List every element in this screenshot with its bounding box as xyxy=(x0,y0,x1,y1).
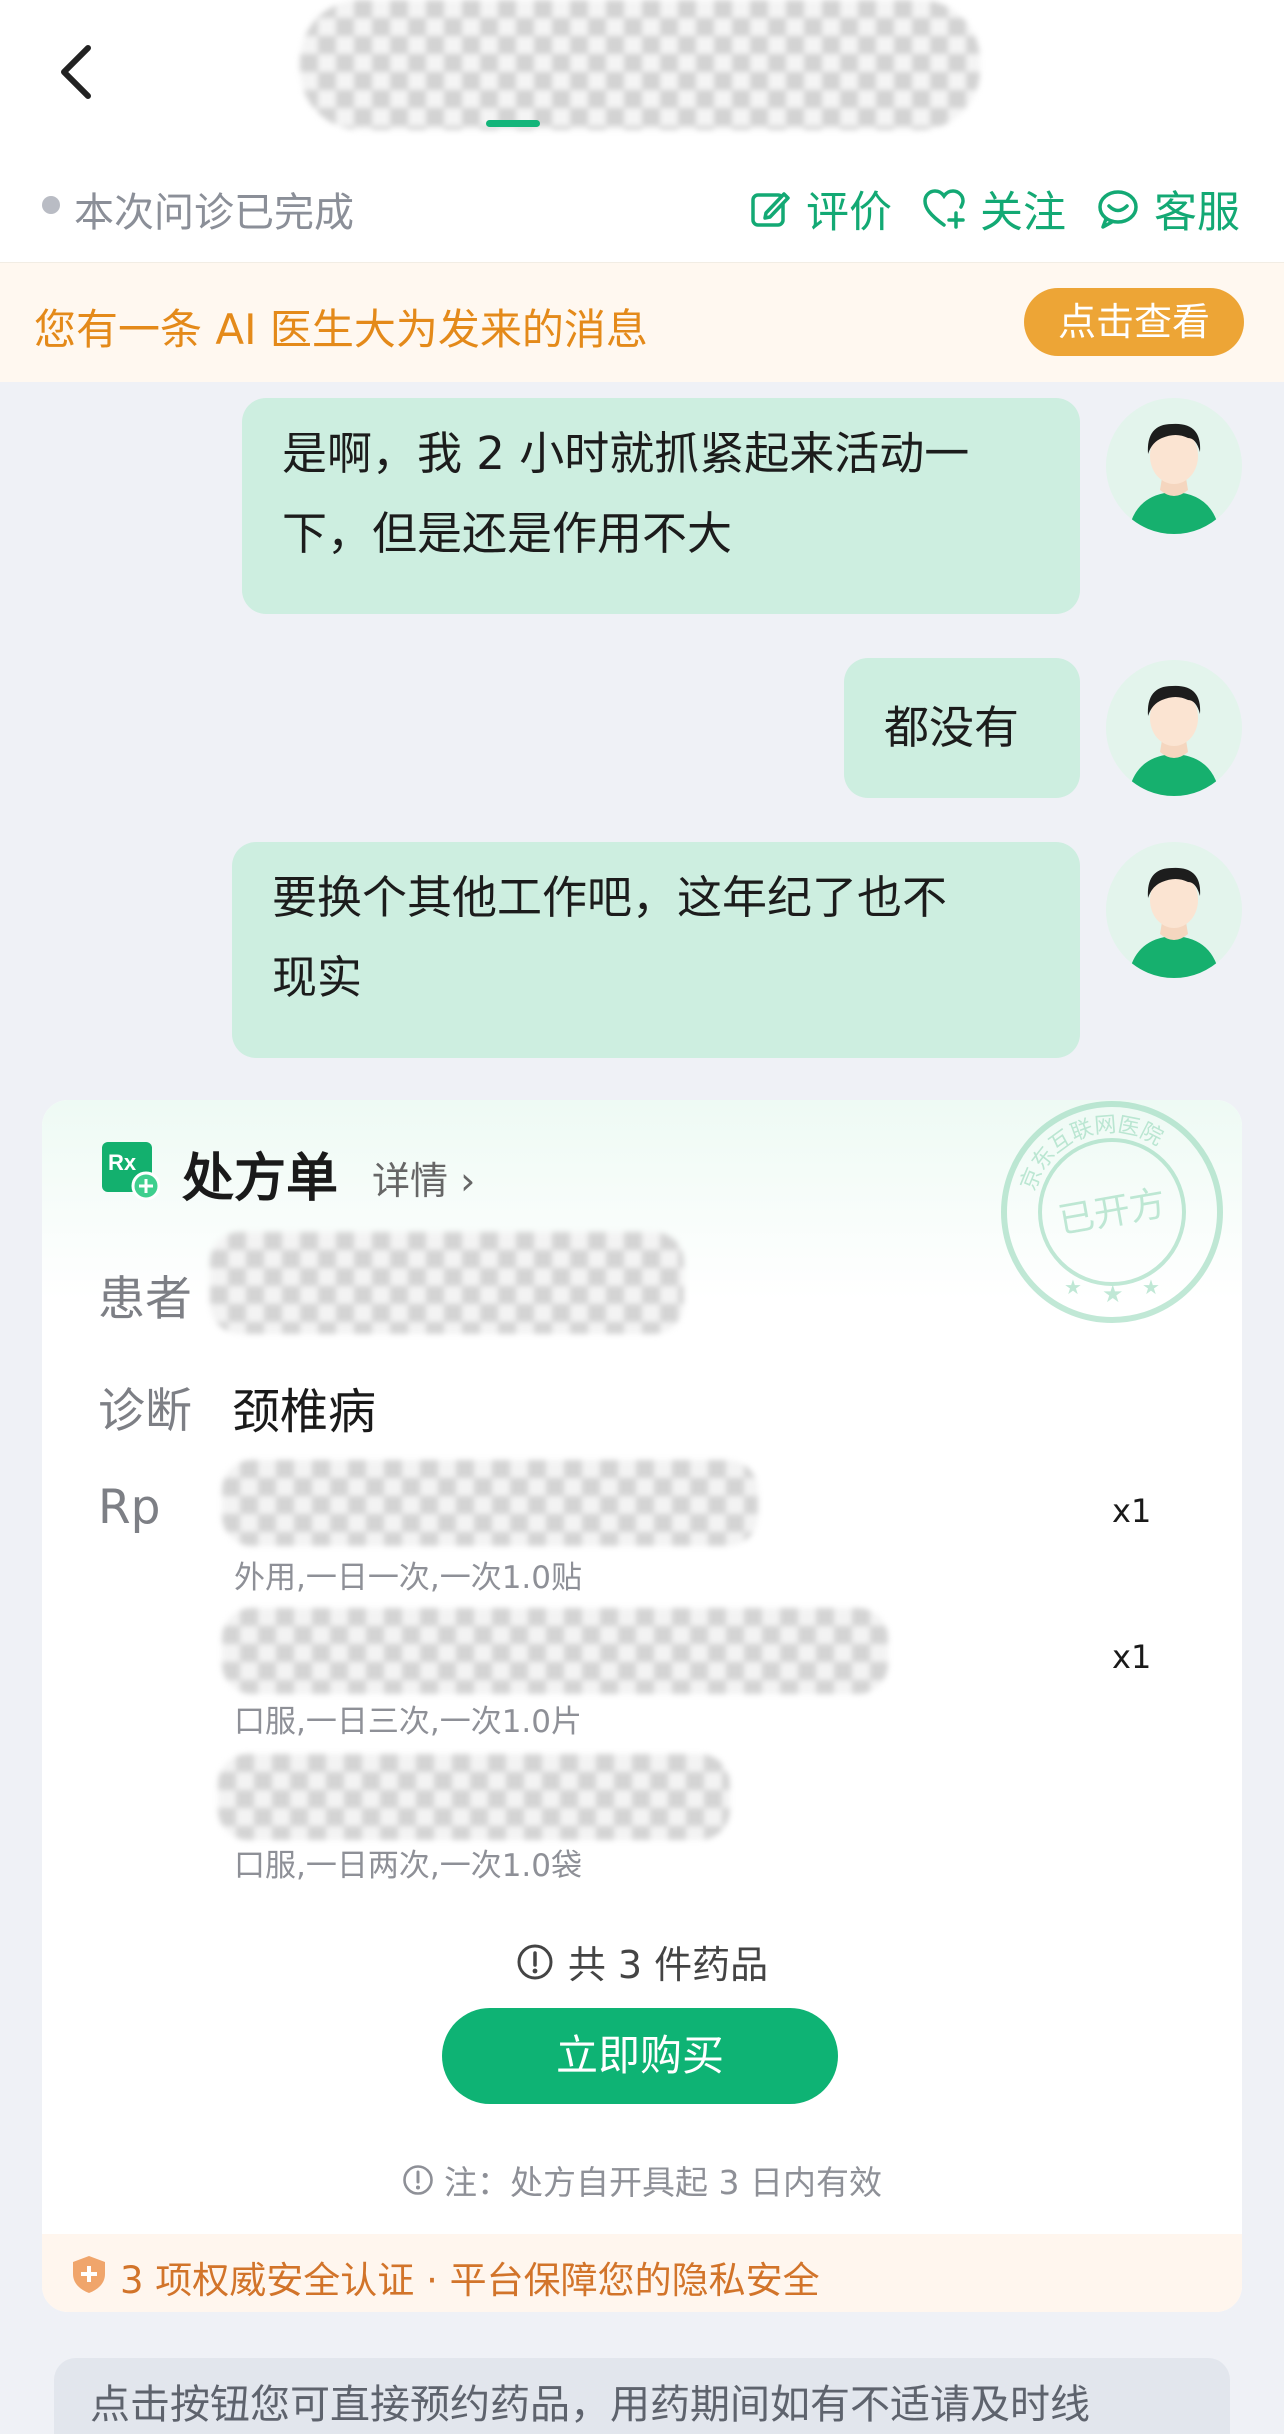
consultation-status: 本次问诊已完成 xyxy=(74,190,354,236)
title-tab-indicator xyxy=(486,120,540,127)
diagnosis-label: 诊断 xyxy=(98,1384,192,1439)
security-bar[interactable]: 3 项权威安全认证 · 平台保障您的隐私安全 xyxy=(42,2234,1242,2312)
validity-note-text: 注：处方自开具起 3 日内有效 xyxy=(444,2163,882,2202)
heart-plus-icon xyxy=(923,189,965,229)
message-line: 现实 xyxy=(272,951,363,1004)
stamp-ring-text: 京东互联网医院 xyxy=(1016,1112,1167,1194)
patient-label: 患者 xyxy=(98,1272,192,1327)
system-tip-text: 点击按钮您可直接预约药品，用药期间如有不适请及时线 xyxy=(90,2382,1090,2428)
system-tip-box: 点击按钮您可直接预约药品，用药期间如有不适请及时线 xyxy=(54,2358,1230,2434)
rate-button[interactable]: 评价 xyxy=(748,178,892,240)
drug-name-redacted xyxy=(218,1754,730,1840)
info-circle-icon xyxy=(517,1944,553,1979)
drug-count-text: 共 3 件药品 xyxy=(567,1943,769,1987)
user-avatar-icon xyxy=(1106,660,1242,796)
user-avatar-icon xyxy=(1106,842,1242,978)
top-bar: 本次问诊已完成 评价 关注 客服 xyxy=(0,0,1284,262)
validity-note-row: 注：处方自开具起 3 日内有效 xyxy=(42,2156,1242,2204)
svg-text:京东互联网医院: 京东互联网医院 xyxy=(1016,1112,1167,1194)
svg-text:★: ★ xyxy=(1102,1280,1124,1308)
drug-quantity: x1 xyxy=(1112,1492,1152,1530)
ai-banner-text: 您有一条 AI 医生大为发来的消息 xyxy=(34,305,648,354)
chat-bubble-user: 要换个其他工作吧，这年纪了也不 现实 xyxy=(232,842,1080,1058)
smile-chat-icon xyxy=(1098,190,1138,229)
customer-service-button[interactable]: 客服 xyxy=(1096,178,1240,240)
status-dot-icon xyxy=(42,196,60,214)
user-avatar[interactable] xyxy=(1106,660,1242,796)
customer-service-label: 客服 xyxy=(1154,188,1240,238)
diagnosis-value: 颈椎病 xyxy=(232,1384,377,1440)
message-line: 要换个其他工作吧，这年纪了也不 xyxy=(272,871,948,924)
message-line: 都没有 xyxy=(884,701,1020,754)
view-ai-message-button[interactable]: 点击查看 xyxy=(1024,288,1244,356)
drug-name-redacted xyxy=(222,1608,888,1694)
prescription-card[interactable]: Rx 处方单 详情 › 京东互联网医院 已开方 ★ ★ ★ 患者 诊断 颈椎病 … xyxy=(42,1100,1242,2312)
prescribed-stamp: 京东互联网医院 已开方 ★ ★ ★ xyxy=(992,1100,1232,1328)
back-arrow-icon[interactable] xyxy=(48,40,108,104)
chat-bubble-user: 是啊，我 2 小时就抓紧起来活动一 下，但是还是作用不大 xyxy=(242,398,1080,614)
message-line: 是啊，我 2 小时就抓紧起来活动一 xyxy=(282,427,970,480)
drug-quantity: x1 xyxy=(1112,1638,1152,1676)
stamp-label: 已开方 xyxy=(1055,1183,1168,1242)
rp-label: Rp xyxy=(98,1480,161,1535)
drug-count-row: 共 3 件药品 xyxy=(42,1934,1242,1989)
drug-usage: 外用,一日一次,一次1.0贴 xyxy=(234,1560,583,1596)
drug-usage: 口服,一日三次,一次1.0片 xyxy=(234,1704,583,1740)
svg-text:★: ★ xyxy=(1142,1275,1160,1299)
drug-name-redacted xyxy=(222,1460,758,1546)
rate-label: 评价 xyxy=(806,188,892,238)
user-avatar[interactable] xyxy=(1106,842,1242,978)
svg-text:★: ★ xyxy=(1064,1275,1082,1299)
patient-name-redacted xyxy=(210,1232,684,1334)
chat-bubble-user: 都没有 xyxy=(844,658,1080,798)
rx-prescription-icon: Rx xyxy=(102,1142,160,1200)
follow-label: 关注 xyxy=(980,188,1066,238)
drug-usage: 口服,一日两次,一次1.0袋 xyxy=(234,1848,583,1884)
prescription-detail-link[interactable]: 详情 › xyxy=(372,1150,475,1205)
doctor-name-redacted xyxy=(300,0,980,130)
shield-plus-icon xyxy=(73,2256,105,2293)
user-avatar[interactable] xyxy=(1106,398,1242,534)
message-line: 下，但是还是作用不大 xyxy=(282,507,733,560)
edit-icon xyxy=(751,192,790,227)
svg-text:Rx: Rx xyxy=(108,1150,137,1175)
buy-now-button[interactable]: 立即购买 xyxy=(442,2008,838,2104)
security-text: 3 项权威安全认证 · 平台保障您的隐私安全 xyxy=(120,2259,820,2302)
user-avatar-icon xyxy=(1106,398,1242,534)
info-circle-icon xyxy=(403,2165,433,2195)
prescription-title: 处方单 xyxy=(182,1149,339,1209)
follow-button[interactable]: 关注 xyxy=(922,178,1066,240)
